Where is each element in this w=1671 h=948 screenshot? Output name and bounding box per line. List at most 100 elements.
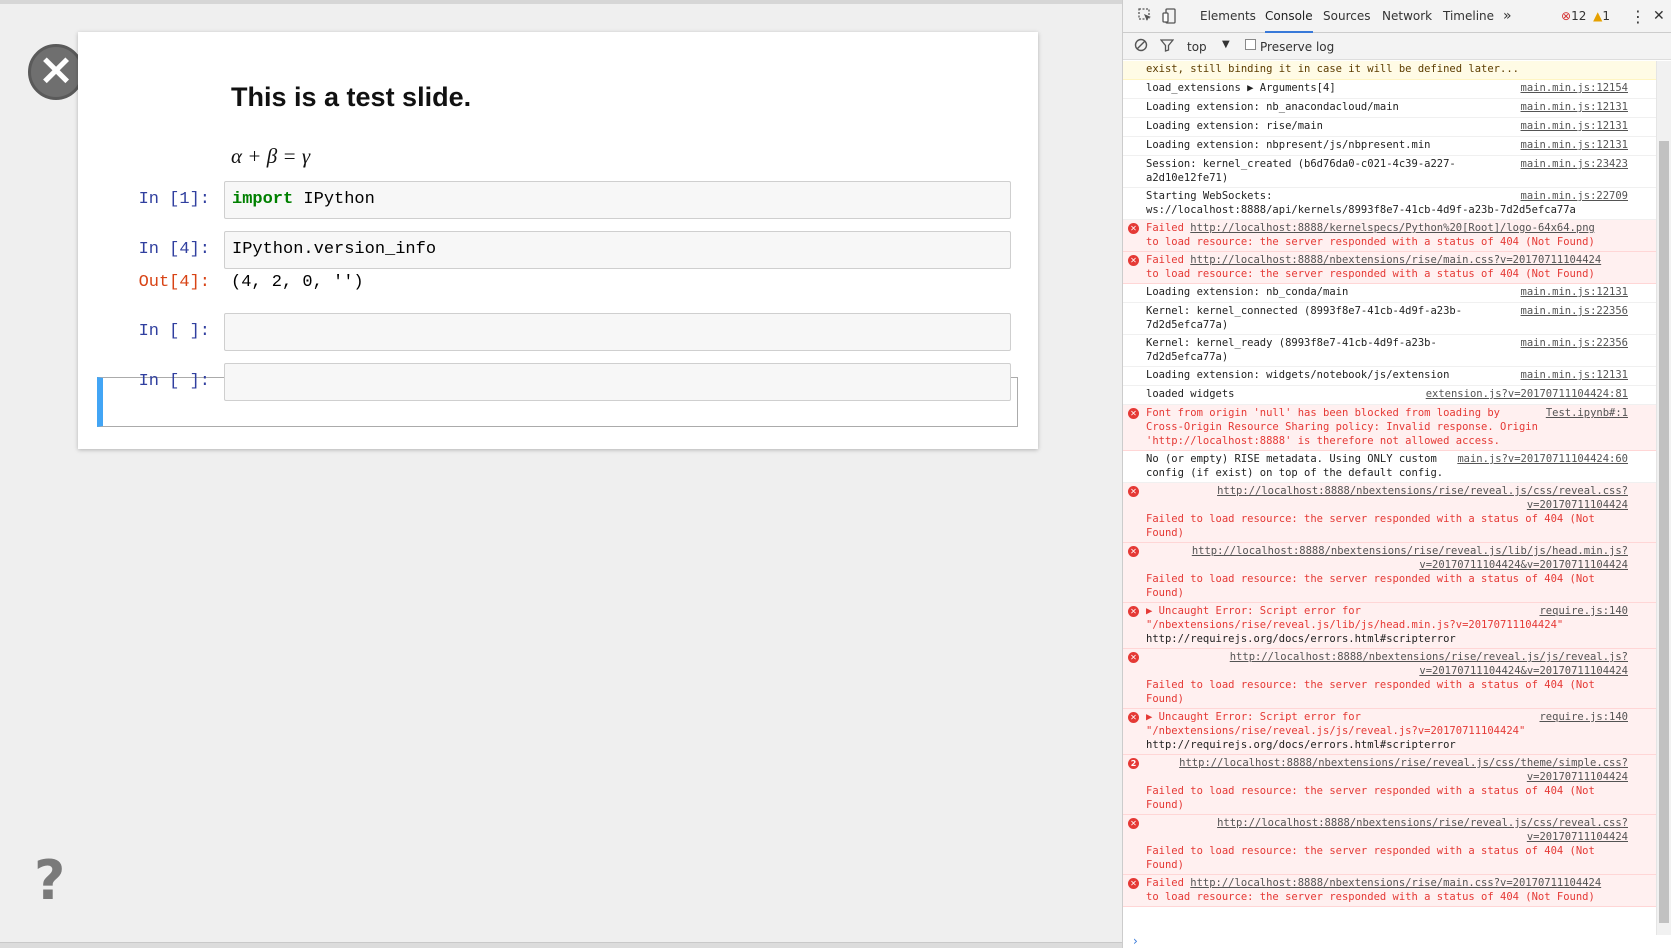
message-detail: Failed to load resource: the server resp… (1146, 679, 1595, 705)
error-icon: ✕ (1128, 486, 1139, 497)
error-icon: ✕ (1128, 652, 1139, 663)
code-cell[interactable]: In [1]: import IPython (98, 181, 1016, 221)
devtools-menu-icon[interactable]: ⋮ (1630, 0, 1646, 33)
message-source-link[interactable]: main.min.js:12131 (1521, 138, 1628, 152)
preserve-log-checkbox[interactable] (1245, 39, 1256, 50)
error-icon: ✕ (1128, 712, 1139, 723)
message-source-link[interactable]: extension.js?v=20170711104424:81 (1426, 387, 1628, 401)
message-source-link[interactable]: main.min.js:23423 (1521, 157, 1628, 171)
message-url-link[interactable]: http://localhost:8888/nbextensions/rise/… (1190, 254, 1601, 266)
console-message: main.min.js:22709 Starting WebSockets: ws… (1123, 188, 1656, 220)
message-url-link[interactable]: http://localhost:8888/nbextensions/rise/… (1190, 877, 1601, 889)
message-url-link[interactable]: http://localhost:8888/nbextensions/rise/… (1179, 757, 1628, 783)
code-input[interactable] (224, 313, 1011, 351)
slideshow-area: × ? This is a test slide. α + β = γ In [… (0, 0, 1122, 948)
message-url-link[interactable]: http://localhost:8888/nbextensions/rise/… (1192, 545, 1628, 571)
message-text: Failed (1146, 877, 1191, 889)
tab-console[interactable]: Console (1265, 0, 1313, 33)
console-message: ✕ Test.ipynb#:1 Font from origin 'null' ha… (1123, 405, 1656, 451)
error-count: 12 (1571, 9, 1587, 23)
cell-prompt: In [4]: (138, 240, 210, 259)
message-url-link[interactable]: http://localhost:8888/kernelspecs/Python… (1190, 222, 1595, 234)
message-detail: Failed to load resource: the server resp… (1146, 573, 1595, 599)
context-dropdown-icon[interactable]: ▼ (1222, 39, 1230, 50)
message-source-link[interactable]: main.min.js:22356 (1521, 304, 1628, 318)
code-text: IPython (293, 190, 375, 209)
tab-elements[interactable]: Elements (1200, 0, 1256, 33)
code-input[interactable] (224, 363, 1011, 401)
console-message: ✕ http://localhost:8888/nbextensions/rise… (1123, 543, 1656, 603)
message-text: loaded widgets (1146, 388, 1235, 400)
code-input[interactable]: IPython.version_info (224, 231, 1011, 269)
code-cell-selected[interactable]: In [ ]: (98, 363, 1016, 403)
message-source-link[interactable]: main.min.js:12131 (1521, 368, 1628, 382)
tab-timeline[interactable]: Timeline (1443, 0, 1494, 33)
device-toolbar-icon[interactable] (1161, 8, 1177, 24)
error-icon: ✕ (1128, 408, 1139, 419)
close-slideshow-button[interactable]: × (28, 44, 84, 100)
message-source-link[interactable]: main.min.js:12131 (1521, 285, 1628, 299)
code-cell[interactable]: In [ ]: (98, 313, 1016, 353)
message-detail: to load resource: the server responded w… (1146, 268, 1595, 280)
console-message: ✕ require.js:140 ▶ Uncaught Error: Script … (1123, 709, 1656, 755)
devtools-close-icon[interactable]: ✕ (1653, 0, 1665, 33)
tab-sources[interactable]: Sources (1323, 0, 1370, 33)
help-button[interactable]: ? (34, 849, 65, 912)
code-keyword: import (232, 190, 294, 209)
message-text: Kernel: kernel_connected (8993f8e7-41cb-… (1146, 305, 1463, 331)
message-source-link[interactable]: main.js?v=20170711104424:60 (1457, 452, 1628, 466)
preserve-log-label: Preserve log (1260, 40, 1335, 54)
message-source-link[interactable]: main.min.js:22709 (1521, 189, 1628, 203)
message-source-link[interactable]: require.js:140 (1539, 710, 1628, 724)
error-warning-counter[interactable]: ⊗12 ▲1 (1561, 0, 1610, 33)
error-icon: ✕ (1128, 606, 1139, 617)
console-message: main.min.js:12131 Loading extension: nb_c… (1123, 284, 1656, 303)
devtools-panel: Elements Console Sources Network Timelin… (1122, 0, 1671, 948)
inspect-element-icon[interactable] (1137, 8, 1153, 24)
console-message: main.min.js:23423 Session: kernel_created… (1123, 156, 1656, 188)
message-text: Loading extension: rise/main (1146, 120, 1324, 132)
message-detail: Failed to load resource: the server resp… (1146, 513, 1595, 539)
console-message: main.min.js:22356 Kernel: kernel_ready (8… (1123, 335, 1656, 367)
message-detail: to load resource: the server responded w… (1146, 891, 1595, 903)
message-text: Failed (1146, 222, 1191, 234)
console-message: ✕ Failed http://localhost:8888/nbextensio… (1123, 875, 1656, 907)
more-tabs-icon[interactable]: » (1503, 0, 1512, 33)
message-source-link[interactable]: main.min.js:22356 (1521, 336, 1628, 350)
message-url-link[interactable]: http://localhost:8888/nbextensions/rise/… (1217, 817, 1628, 843)
error-icon: ✕ (1128, 878, 1139, 889)
message-url-line: http://localhost:8888/nbextensions/rise/… (1146, 756, 1628, 784)
message-text: Loading extension: nbpresent/js/nbpresen… (1146, 139, 1431, 151)
console-message: 2 http://localhost:8888/nbextensions/rise… (1123, 755, 1656, 815)
warning-count: 1 (1602, 9, 1611, 23)
close-icon: × (37, 44, 75, 95)
tab-network[interactable]: Network (1382, 0, 1432, 33)
console-message: main.js?v=20170711104424:60 No (or empty)… (1123, 451, 1656, 483)
console-message: ✕ Failed http://localhost:8888/nbextensio… (1123, 252, 1656, 284)
filter-icon[interactable] (1159, 38, 1175, 54)
message-url-link[interactable]: http://localhost:8888/nbextensions/rise/… (1217, 485, 1628, 511)
code-input[interactable]: import IPython (224, 181, 1011, 219)
message-help-link: http://requirejs.org/docs/errors.html#sc… (1146, 633, 1456, 645)
message-source-link[interactable]: main.min.js:12131 (1521, 100, 1628, 114)
message-source-link[interactable]: main.min.js:12131 (1521, 119, 1628, 133)
error-icon: ⊗ (1561, 9, 1572, 23)
console-message: extension.js?v=20170711104424:81 loaded w… (1123, 386, 1656, 405)
console-scrollbar[interactable] (1656, 61, 1671, 935)
code-cell[interactable]: In [4]: IPython.version_info Out[4]: (4,… (98, 231, 1016, 301)
cell-prompt: In [ ]: (138, 372, 210, 391)
message-detail: Failed to load resource: the server resp… (1146, 785, 1595, 811)
console-input[interactable]: › (1123, 935, 1656, 948)
message-url-line: http://localhost:8888/nbextensions/rise/… (1190, 877, 1601, 889)
message-text: Session: kernel_created (b6d76da0-c021-4… (1146, 158, 1456, 184)
message-source-link[interactable]: require.js:140 (1539, 604, 1628, 618)
message-url-link[interactable]: http://localhost:8888/nbextensions/rise/… (1230, 651, 1628, 677)
message-text: Failed (1146, 254, 1191, 266)
console-messages: exist, still binding it in case it will … (1123, 61, 1656, 935)
clear-console-icon[interactable] (1133, 38, 1149, 54)
context-select[interactable]: top (1187, 40, 1207, 54)
cell-prompt: In [1]: (138, 190, 210, 209)
scrollbar-thumb[interactable] (1659, 141, 1669, 923)
message-source-link[interactable]: Test.ipynb#:1 (1546, 406, 1628, 420)
message-source-link[interactable]: main.min.js:12154 (1521, 81, 1628, 95)
